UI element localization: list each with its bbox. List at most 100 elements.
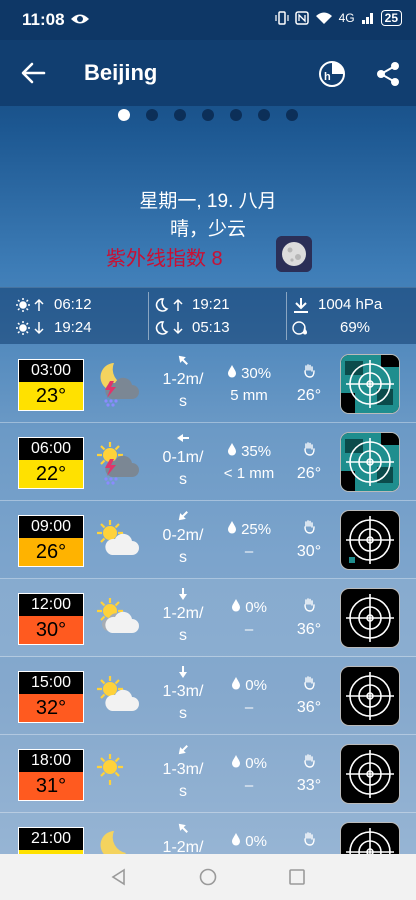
page-dot[interactable] [258, 109, 270, 121]
wind-speed: 1-3m/s [148, 743, 218, 803]
page-dot[interactable] [174, 109, 186, 121]
hand-icon [304, 832, 315, 846]
moonset-icon [155, 320, 183, 335]
page-indicator[interactable] [118, 109, 298, 121]
radar-thumbnail[interactable] [340, 744, 400, 804]
pressure-value: 1004 hPa [318, 296, 383, 313]
radar-thumbnail[interactable] [340, 588, 400, 648]
radar-thumbnail[interactable] [340, 354, 400, 414]
battery-level: 25 [380, 10, 402, 26]
pressure-icon [294, 297, 308, 313]
page-dot[interactable] [202, 109, 214, 121]
divider [286, 292, 287, 340]
raindrop-icon [232, 599, 241, 612]
page-dot[interactable] [118, 109, 130, 121]
precip-probability: 30% [241, 365, 272, 382]
radar-thumbnail[interactable] [340, 666, 400, 726]
sunset-time: 19:24 [54, 319, 92, 336]
radar-thumbnail[interactable] [340, 510, 400, 570]
sun-cloud-icon [97, 520, 139, 555]
hand-icon [304, 676, 315, 690]
forecast-temperature: 22° [19, 460, 83, 488]
precip-amount: < 1 mm [223, 465, 275, 482]
precip-amount: – [244, 699, 254, 716]
raindrop-icon [227, 443, 236, 456]
back-arrow-icon[interactable] [18, 58, 48, 88]
wind-speed-line2: s [179, 393, 187, 410]
vibrate-icon [275, 11, 289, 25]
forecast-row[interactable]: 12:00 30° 1-2m/s 0% – 36° [0, 579, 416, 657]
hourly-view-icon[interactable]: h [318, 60, 346, 88]
sunset-icon [16, 320, 44, 335]
wind-speed-line1: 1-2m/ [162, 371, 204, 388]
precip-amount: – [244, 621, 254, 638]
precipitation: 0% – [214, 597, 284, 641]
wind-speed: 1-2m/s [148, 353, 218, 413]
night-thunder-snow-icon [100, 363, 139, 407]
forecast-temperature: 32° [19, 694, 83, 722]
forecast-row[interactable]: 06:00 22° 0-1m/s 35% < 1 mm 26° [0, 423, 416, 501]
date-label: 星期一, 19. 八月 [139, 191, 277, 212]
wind-speed: 1-3m/s [148, 665, 218, 725]
wind-direction-icon [178, 745, 188, 755]
wind-speed: 1-2m/s [148, 587, 218, 647]
wind-speed-line1: 1-2m/ [162, 605, 204, 622]
wind-speed-line1: 0-1m/ [162, 449, 204, 466]
pressure-row: 1004 hPa [292, 296, 382, 313]
wind-speed-line2: s [179, 783, 187, 800]
forecast-row[interactable]: 03:00 23° 1-2m/s 30% 5 mm 26° [0, 345, 416, 423]
share-icon[interactable] [374, 60, 402, 88]
forecast-row[interactable]: 15:00 32° 1-3m/s 0% – 36° [0, 657, 416, 735]
wind-speed-line2: s [179, 627, 187, 644]
nav-recents-icon[interactable] [288, 868, 306, 886]
wifi-icon [315, 12, 332, 24]
moonset-time: 05:13 [192, 319, 230, 336]
page-dot[interactable] [146, 109, 158, 121]
precip-probability: 0% [245, 599, 267, 616]
uv-index-label: 紫外线指数 8 [106, 248, 223, 270]
moonset-row: 05:13 [154, 319, 230, 336]
feels-like: 30° [285, 519, 333, 563]
raindrop-icon [227, 365, 236, 378]
day-thunder-snow-icon [97, 442, 139, 485]
wind-direction-icon [178, 511, 188, 521]
nav-back-icon[interactable] [110, 868, 128, 886]
page-dot[interactable] [286, 109, 298, 121]
wind-direction-icon [178, 355, 188, 365]
precip-amount: 5 mm [230, 387, 268, 404]
page-dot[interactable] [230, 109, 242, 121]
forecast-time: 12:00 [19, 594, 83, 616]
hand-icon [304, 364, 315, 378]
precip-probability: 0% [245, 677, 267, 694]
astro-strip: 06:12 19:24 19:21 05:13 1004 hPa 69% [0, 287, 416, 344]
forecast-temperature: 23° [19, 382, 83, 410]
svg-text:h: h [324, 71, 331, 83]
nav-home-icon[interactable] [199, 868, 217, 886]
status-time: 11:08 [22, 10, 65, 29]
forecast-time: 15:00 [19, 672, 83, 694]
network-type: 4G [338, 11, 355, 25]
time-temp-box: 03:00 23° [18, 359, 84, 411]
forecast-time: 18:00 [19, 750, 83, 772]
raindrop-icon [227, 521, 236, 534]
precipitation: 0% [214, 831, 284, 853]
sun-cloud-icon [97, 676, 139, 711]
hand-icon [304, 754, 315, 768]
wind-direction-icon [179, 588, 187, 600]
moon-phase-icon [276, 236, 312, 272]
forecast-row[interactable]: 18:00 31° 1-3m/s 0% – 33° [0, 735, 416, 813]
sunrise-icon [16, 297, 44, 312]
signal-icon [361, 13, 373, 24]
radar-thumbnail[interactable] [340, 432, 400, 492]
forecast-time: 06:00 [19, 438, 83, 460]
moonrise-row: 19:21 [154, 296, 230, 313]
time-temp-box: 06:00 22° [18, 437, 84, 489]
raindrop-icon [232, 755, 241, 768]
feels-like-temp: 26° [296, 387, 322, 404]
wind-direction-icon [179, 666, 187, 678]
precipitation: 0% – [214, 753, 284, 797]
wind-direction-icon [178, 823, 188, 833]
forecast-temperature: 31° [19, 772, 83, 800]
forecast-row[interactable]: 09:00 26° 0-2m/s 25% – 30° [0, 501, 416, 579]
precip-probability: 25% [241, 521, 272, 538]
